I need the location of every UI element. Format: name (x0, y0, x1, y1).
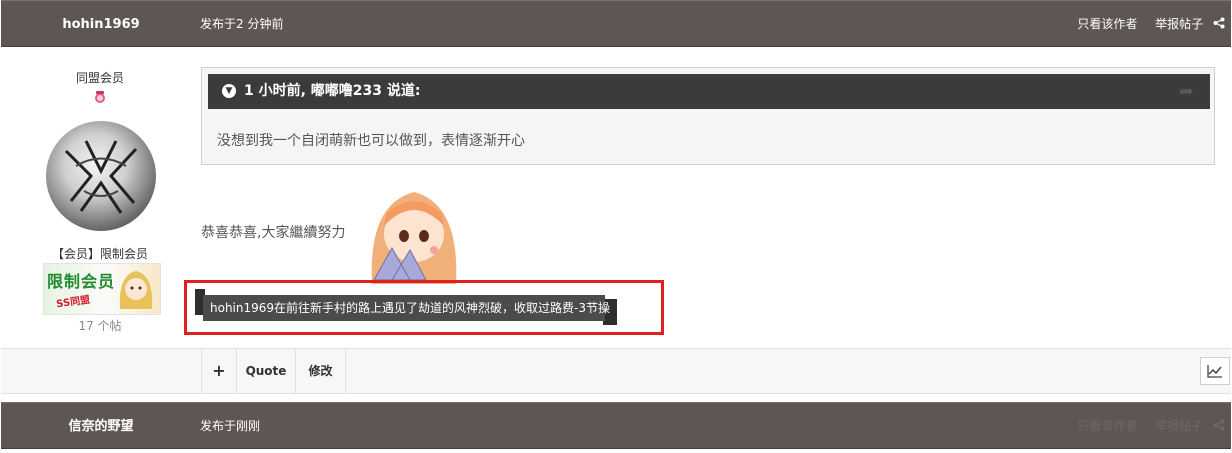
member-badge: 限制会员 SS同盟 (43, 263, 161, 315)
quote-citation[interactable]: 1 小时前, 嘟嘟噜233 说道: (244, 74, 421, 109)
next-share-icon[interactable] (1213, 419, 1225, 431)
anime-sticker-icon (371, 192, 457, 284)
share-arrow-icon[interactable]: ➦ (1179, 81, 1194, 102)
next-report-post-link[interactable]: 举报帖子 (1155, 419, 1203, 433)
quote-body: 没想到我一个自闭萌新也可以做到，表情逐渐开心 (217, 133, 525, 149)
author-sidebar: 同盟会员 【会员】限制会员 限制会员 SS同盟 17 个帖 (0, 48, 200, 348)
badge-subtext: SS同盟 (55, 294, 91, 311)
badge-text: 限制会员 (47, 272, 116, 291)
next-post-header: 信奈的野望 发布于刚刚 只看该作者 举报帖子 (1, 402, 1231, 449)
stats-button[interactable] (1200, 357, 1230, 385)
next-post-author[interactable]: 信奈的野望 (1, 403, 201, 450)
next-post-actions: 只看该作者 举报帖子 (1063, 403, 1225, 450)
event-notice: hohin1969在前往新手村的路上遇见了劫道的风神烈破，收取过路费-3节操 (195, 289, 618, 325)
group-title: 同盟会员 (75, 71, 124, 85)
group-pip-icon (95, 91, 105, 103)
chevron-down-icon[interactable]: ▼ (222, 84, 236, 98)
post-text: 恭喜恭喜,大家繼續努力 (201, 225, 346, 241)
avatar-art-icon (64, 140, 138, 214)
member-title: 【会员】限制会员 (51, 247, 148, 261)
next-only-author-link[interactable]: 只看该作者 (1077, 419, 1137, 433)
multiquote-button[interactable]: + (201, 349, 236, 393)
post-toolbar: + Quote 修改 (1, 348, 1231, 394)
only-author-link[interactable]: 只看该作者 (1077, 17, 1137, 31)
post-author[interactable]: hohin1969 (1, 1, 201, 48)
share-icon[interactable] (1213, 17, 1225, 29)
edit-button[interactable]: 修改 (295, 349, 346, 393)
badge-character-icon (119, 271, 153, 309)
post-timestamp[interactable]: 发布于2 分钟前 (200, 1, 283, 48)
post-header: hohin1969 发布于2 分钟前 只看该作者 举报帖子 (1, 0, 1231, 47)
quote-button[interactable]: Quote (236, 349, 295, 393)
post-count: 17 个帖 (78, 319, 122, 333)
next-post-timestamp[interactable]: 发布于刚刚 (200, 403, 260, 450)
line-chart-icon (1207, 365, 1222, 378)
avatar[interactable] (46, 121, 156, 231)
quote-block: ▼ 1 小时前, 嘟嘟噜233 说道: ➦ 没想到我一个自闭萌新也可以做到，表情… (201, 67, 1215, 165)
post-actions: 只看该作者 举报帖子 (1063, 1, 1225, 48)
quote-header: ▼ 1 小时前, 嘟嘟噜233 说道: ➦ (208, 74, 1210, 109)
notice-text: hohin1969在前往新手村的路上遇见了劫道的风神烈破，收取过路费-3节操 (203, 295, 610, 321)
report-post-link[interactable]: 举报帖子 (1155, 17, 1203, 31)
